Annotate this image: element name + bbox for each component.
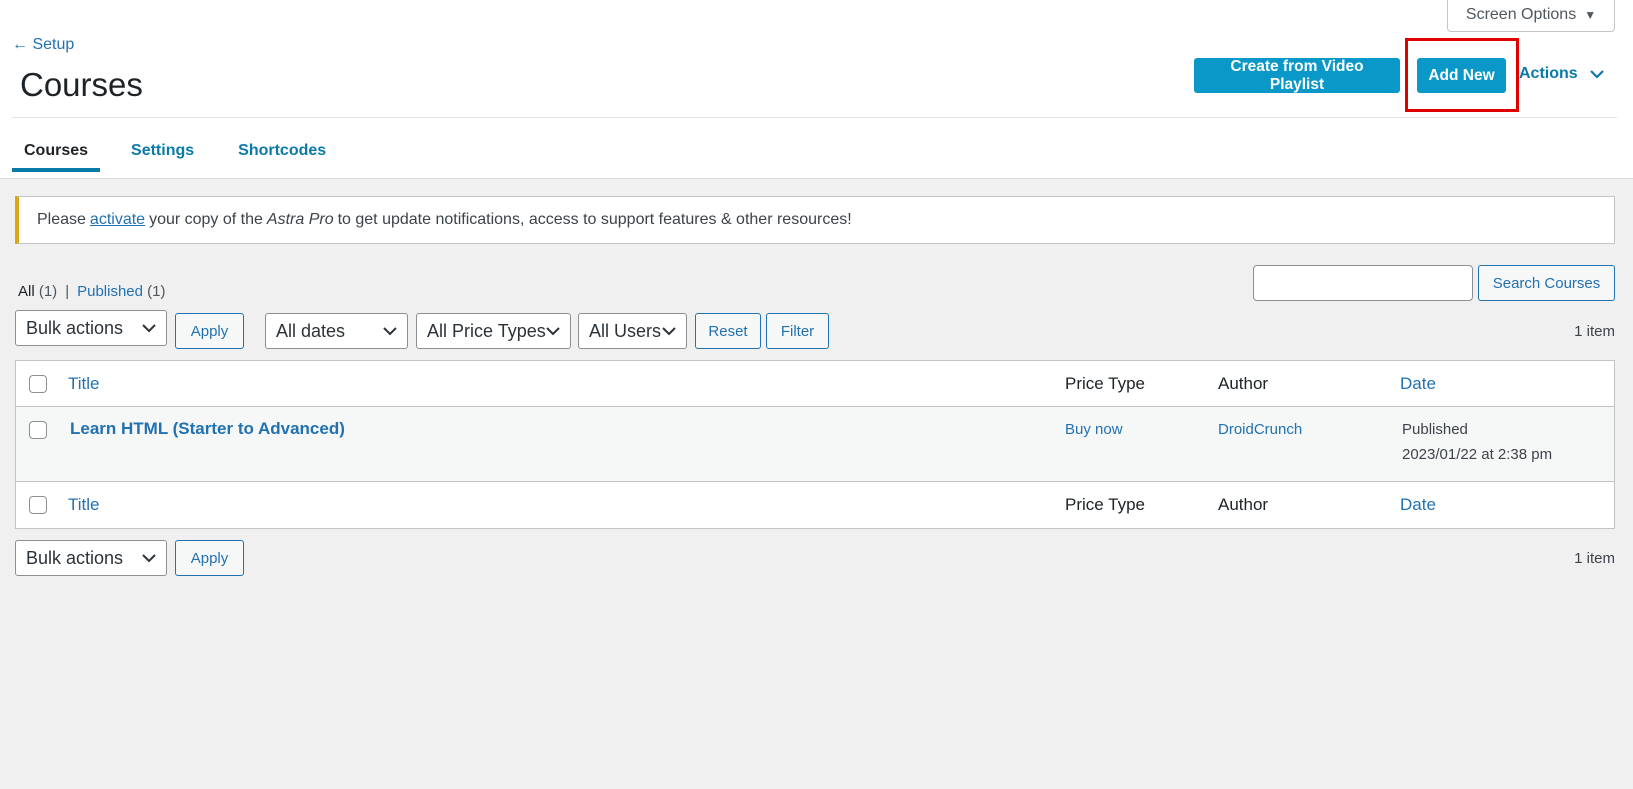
table-footer-row: Title Price Type Author Date: [16, 482, 1614, 528]
select-all-checkbox-footer[interactable]: [29, 496, 47, 514]
chevron-down-icon: [662, 327, 676, 336]
column-date-sort[interactable]: Date: [1400, 374, 1436, 394]
screen-options-button[interactable]: Screen Options ▼: [1447, 0, 1615, 32]
users-select[interactable]: All Users: [578, 313, 687, 349]
item-count-bottom: 1 item: [1574, 550, 1615, 567]
actions-menu[interactable]: Actions: [1519, 65, 1604, 83]
item-count-top: 1 item: [1574, 323, 1615, 340]
chevron-down-icon: [1589, 70, 1604, 79]
filter-published-link[interactable]: Published (1): [77, 283, 165, 300]
activate-link[interactable]: activate: [90, 211, 145, 229]
column-author: Author: [1218, 374, 1269, 393]
filter-button[interactable]: Filter: [766, 313, 829, 349]
column-title-sort-footer[interactable]: Title: [68, 495, 100, 515]
users-value: All Users: [589, 320, 662, 341]
select-all-checkbox[interactable]: [29, 375, 47, 393]
bulk-actions-select-bottom[interactable]: Bulk actions: [15, 540, 167, 576]
filter-separator: |: [65, 283, 70, 300]
author-link[interactable]: DroidCrunch: [1218, 421, 1302, 438]
tab-shortcodes[interactable]: Shortcodes: [238, 132, 326, 172]
filter-all-label: All: [18, 283, 35, 300]
course-title-link[interactable]: Learn HTML (Starter to Advanced): [70, 419, 345, 439]
activation-notice: Please activate your copy of the Astra P…: [15, 196, 1615, 244]
reset-button[interactable]: Reset: [695, 313, 761, 349]
price-type-link[interactable]: Buy now: [1065, 421, 1123, 438]
filter-published-label: Published: [77, 283, 143, 300]
caret-down-icon: ▼: [1584, 8, 1597, 22]
actions-label: Actions: [1519, 65, 1578, 82]
tab-settings[interactable]: Settings: [131, 132, 194, 172]
bulk-apply-button-bottom[interactable]: Apply: [175, 540, 244, 576]
bulk-apply-button[interactable]: Apply: [175, 313, 244, 349]
chevron-down-icon: [142, 324, 156, 333]
tab-bar: Courses Settings Shortcodes: [12, 132, 370, 172]
filter-all-link[interactable]: All (1): [18, 283, 57, 300]
column-price-type-footer: Price Type: [1065, 495, 1146, 514]
price-types-select[interactable]: All Price Types: [416, 313, 571, 349]
page-header: Screen Options ▼ ← Setup Courses Create …: [0, 0, 1633, 179]
row-checkbox[interactable]: [29, 421, 47, 439]
column-date-sort-footer[interactable]: Date: [1400, 495, 1436, 515]
filter-published-count: (1): [147, 283, 166, 300]
notice-middle: your copy of the: [149, 211, 263, 228]
column-author-footer: Author: [1218, 495, 1269, 514]
bulk-actions-value: Bulk actions: [26, 317, 124, 338]
notice-suffix: to get update notifications, access to s…: [337, 211, 852, 228]
back-to-setup-link[interactable]: ← Setup: [12, 36, 74, 54]
post-status: Published: [1402, 421, 1468, 438]
courses-table: Title Price Type Author Date Learn HTML …: [15, 360, 1615, 529]
search-input[interactable]: [1253, 265, 1473, 301]
dates-select[interactable]: All dates: [265, 313, 408, 349]
column-price-type: Price Type: [1065, 374, 1146, 393]
chevron-down-icon: [383, 327, 397, 336]
tab-courses[interactable]: Courses: [12, 132, 101, 172]
search-courses-button[interactable]: Search Courses: [1478, 265, 1615, 301]
notice-product: Astra Pro: [266, 211, 334, 228]
bulk-actions-value-bottom: Bulk actions: [26, 547, 124, 568]
create-from-video-playlist-button[interactable]: Create from Video Playlist: [1194, 58, 1400, 93]
bulk-actions-select[interactable]: Bulk actions: [15, 310, 167, 346]
page-title: Courses: [20, 66, 143, 103]
status-filter-links: All (1) | Published (1): [18, 283, 166, 300]
column-title-sort[interactable]: Title: [68, 374, 100, 394]
post-date: 2023/01/22 at 2:38 pm: [1402, 446, 1553, 463]
dates-value: All dates: [276, 320, 346, 341]
table-header-row: Title Price Type Author Date: [16, 361, 1614, 407]
notice-prefix: Please: [37, 211, 86, 228]
highlight-annotation-box: [1405, 38, 1519, 112]
filter-all-count: (1): [38, 283, 58, 300]
chevron-down-icon: [142, 554, 156, 563]
price-types-value: All Price Types: [427, 320, 546, 341]
header-divider: [12, 117, 1617, 118]
screen-options-label: Screen Options: [1465, 6, 1577, 23]
chevron-down-icon: [546, 327, 560, 336]
table-row: Learn HTML (Starter to Advanced) Buy now…: [16, 407, 1614, 482]
